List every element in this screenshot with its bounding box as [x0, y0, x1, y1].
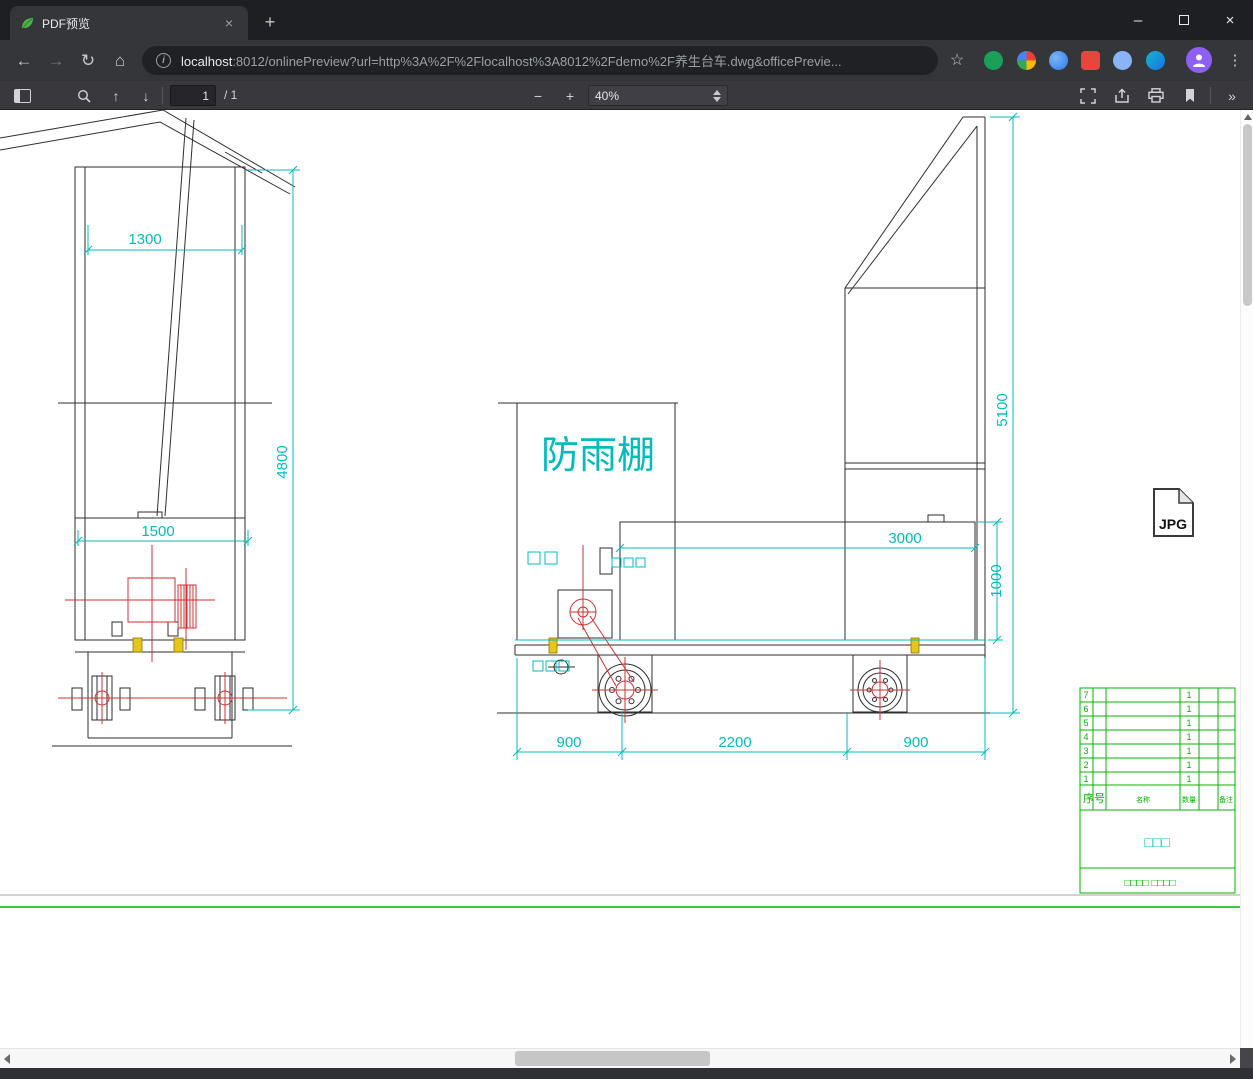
bookmark-star-icon[interactable]: ☆ [944, 47, 970, 73]
window-controls: – × [1115, 0, 1253, 40]
side-elevation-view [497, 116, 1020, 717]
jpg-badge-label: JPG [1159, 516, 1187, 532]
browser-tab[interactable]: PDF预览 × [10, 6, 248, 40]
sidebar-toggle-icon[interactable] [8, 83, 36, 108]
tab-title: PDF预览 [42, 16, 91, 31]
scroll-right-icon[interactable] [1230, 1054, 1236, 1064]
select-spinner-icon [713, 89, 721, 102]
svg-text:1: 1 [1186, 732, 1191, 742]
horizontal-scroll-thumb[interactable] [515, 1051, 710, 1066]
extension-translate-icon[interactable] [984, 51, 1003, 70]
reload-icon[interactable]: ↻ [74, 47, 102, 75]
person-icon [1193, 54, 1205, 67]
svg-text:1: 1 [1186, 690, 1191, 700]
svg-text:2: 2 [1083, 760, 1088, 770]
window-minimize-button[interactable]: – [1115, 0, 1161, 40]
svg-text:3: 3 [1083, 746, 1088, 756]
dim-1000: 1000 [988, 564, 1005, 597]
pdf-toolbar: ↑ ↓ / 1 − + 40% » [0, 81, 1253, 110]
tab-close-icon[interactable]: × [220, 14, 238, 32]
svg-text:1: 1 [1186, 774, 1191, 784]
zoom-select[interactable]: 40% [588, 85, 728, 106]
bookmark-icon[interactable] [1176, 83, 1204, 108]
browser-titlebar: PDF预览 × + – × [0, 0, 1253, 40]
dim-2200: 2200 [718, 734, 751, 751]
svg-text:1: 1 [1186, 718, 1191, 728]
cad-drawing: 1300 1500 4800 5100 3000 1000 900 2200 9… [0, 110, 1240, 908]
extension-colorful-icon[interactable] [1017, 51, 1036, 70]
page-info-icon[interactable]: i [156, 53, 171, 68]
dim-4800: 4800 [274, 445, 291, 478]
vertical-scroll-thumb[interactable] [1243, 124, 1252, 306]
window-close-button[interactable]: × [1207, 0, 1253, 40]
header-name: 名称 [1136, 795, 1150, 804]
toolbar-divider [162, 87, 163, 104]
header-note: 备注 [1219, 795, 1233, 804]
left-elevation-view [0, 110, 296, 747]
browser-navbar: ← → ↻ ⌂ i localhost:8012/onlinePreview?u… [0, 40, 1253, 81]
back-icon[interactable]: ← [10, 47, 38, 75]
url-bar[interactable]: i localhost:8012/onlinePreview?url=http%… [142, 46, 938, 75]
dim-3000: 3000 [888, 530, 921, 547]
page-number-input[interactable] [170, 85, 216, 106]
url-path: :8012/onlinePreview?url=http%3A%2F%2Floc… [232, 54, 842, 69]
extension-blue-globe-icon[interactable] [1049, 51, 1068, 70]
new-tab-button[interactable]: + [258, 10, 282, 34]
svg-text:4: 4 [1083, 732, 1088, 742]
home-icon[interactable]: ⌂ [106, 47, 134, 75]
title-block-name-placeholder: □□□ [1144, 834, 1170, 850]
next-page-icon[interactable]: ↓ [132, 83, 160, 108]
browser-menu-icon[interactable]: ⋮ [1222, 47, 1248, 73]
pdf-page-view[interactable]: 1300 1500 4800 5100 3000 1000 900 2200 9… [0, 110, 1240, 1048]
svg-text:5: 5 [1083, 718, 1088, 728]
zoom-value-label: 40% [595, 88, 620, 103]
extension-shield-icon[interactable] [1146, 51, 1165, 70]
extension-red-grid-icon[interactable] [1081, 51, 1100, 70]
more-tools-icon[interactable]: » [1218, 83, 1246, 108]
svg-text:7: 7 [1083, 690, 1088, 700]
url-text: localhost:8012/onlinePreview?url=http%3A… [181, 51, 842, 70]
profile-avatar[interactable] [1186, 47, 1212, 73]
title-block [1079, 687, 1236, 894]
previous-page-icon[interactable]: ↑ [102, 83, 130, 108]
maximize-icon [1179, 15, 1189, 25]
scrollbar-corner [1240, 1048, 1253, 1068]
horizontal-scrollbar[interactable] [0, 1048, 1240, 1068]
shelter-label: 防雨棚 [541, 435, 655, 477]
header-seq: 序号 [1083, 791, 1105, 805]
print-icon[interactable] [1142, 83, 1170, 108]
presentation-mode-icon[interactable] [1074, 83, 1102, 108]
url-host: localhost [181, 54, 233, 69]
svg-text:6: 6 [1083, 704, 1088, 714]
vertical-scrollbar[interactable] [1240, 110, 1253, 1048]
window-bottom-strip [0, 1068, 1253, 1079]
header-qty: 数量 [1182, 795, 1196, 804]
svg-text:1: 1 [1083, 774, 1088, 784]
toolbar-divider [1210, 87, 1211, 104]
open-file-icon[interactable] [1108, 83, 1136, 108]
window-maximize-button[interactable] [1161, 0, 1207, 40]
tab-favicon-leaf-icon [20, 16, 34, 30]
page-count-label: / 1 [224, 88, 238, 102]
dim-5100: 5100 [994, 393, 1011, 426]
zoom-out-icon[interactable]: − [524, 83, 552, 108]
forward-icon[interactable]: → [42, 47, 70, 75]
dim-1300: 1300 [128, 231, 161, 248]
search-icon[interactable] [70, 83, 98, 108]
svg-text:1: 1 [1186, 704, 1191, 714]
zoom-in-icon[interactable]: + [556, 83, 584, 108]
jpg-file-icon: JPG [1153, 488, 1194, 537]
dim-1500: 1500 [141, 523, 174, 540]
red-centerlines [58, 545, 910, 724]
svg-text:1: 1 [1186, 760, 1191, 770]
title-block-footer: □□□□ □□□□ [1124, 878, 1175, 889]
scroll-left-icon[interactable] [4, 1054, 10, 1064]
dim-900-right: 900 [903, 734, 928, 751]
extension-cloud-icon[interactable] [1113, 51, 1132, 70]
dim-900-left: 900 [556, 734, 581, 751]
svg-text:1: 1 [1186, 746, 1191, 756]
scroll-up-icon[interactable] [1244, 114, 1252, 120]
